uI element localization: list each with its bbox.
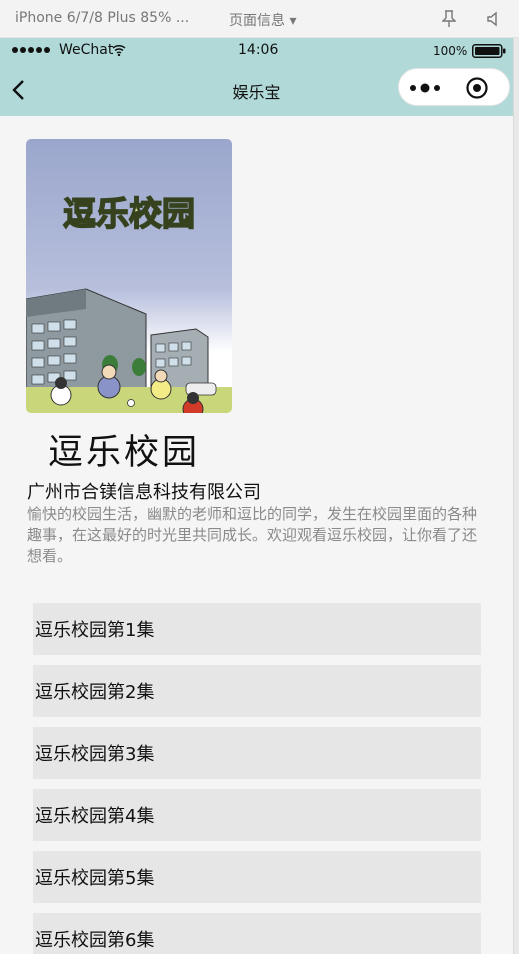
navigation-bar: 娱乐宝 <box>0 64 513 116</box>
mute-icon[interactable] <box>486 11 502 27</box>
carrier-name: WeChat <box>59 42 114 58</box>
pin-icon[interactable] <box>442 10 456 28</box>
episode-item-1[interactable]: 逗乐校园第1集 <box>33 603 481 655</box>
episode-item-3[interactable]: 逗乐校园第3集 <box>33 727 481 779</box>
page-info-dropdown[interactable]: 页面信息 ▾ <box>229 10 296 30</box>
episode-list: 逗乐校园第1集 逗乐校园第2集 逗乐校园第3集 逗乐校园第4集 逗乐校园第5集 … <box>33 603 481 954</box>
episode-item-6[interactable]: 逗乐校园第6集 <box>33 913 481 954</box>
devtools-toolbar: iPhone 6/7/8 Plus 85% ... 页面信息 ▾ <box>0 0 519 38</box>
episode-item-2[interactable]: 逗乐校园第2集 <box>33 665 481 717</box>
page-content: 逗乐校园 逗乐校园 广州市合镁信息科技有限公司 愉快的校园生活，幽默的老师和逗比… <box>0 116 513 954</box>
phone-header: WeChat 14:06 100% 娱乐宝 <box>0 38 513 116</box>
status-bar: WeChat 14:06 100% <box>0 38 513 64</box>
show-title: 逗乐校园 <box>48 433 201 473</box>
battery-percent: 100% <box>433 44 468 58</box>
scrollbar-track <box>513 38 519 954</box>
episode-item-4[interactable]: 逗乐校园第4集 <box>33 789 481 841</box>
battery-icon <box>472 44 506 58</box>
status-time: 14:06 <box>238 42 279 58</box>
wifi-icon <box>112 44 126 56</box>
poster-title-text: 逗乐校园 <box>63 194 195 233</box>
episode-item-5[interactable]: 逗乐校园第5集 <box>33 851 481 903</box>
more-icon[interactable] <box>409 82 443 94</box>
signal-icon <box>12 47 50 53</box>
menu-capsule <box>398 68 510 106</box>
show-description: 愉快的校园生活，幽默的老师和逗比的同学，发生在校园里面的各种趣事，在这最好的时光… <box>27 505 478 565</box>
company-name: 广州市合镁信息科技有限公司 <box>27 482 261 503</box>
device-selector[interactable]: iPhone 6/7/8 Plus 85% ... <box>15 10 189 26</box>
show-poster[interactable]: 逗乐校园 <box>26 139 232 413</box>
close-target-icon[interactable] <box>465 76 489 100</box>
